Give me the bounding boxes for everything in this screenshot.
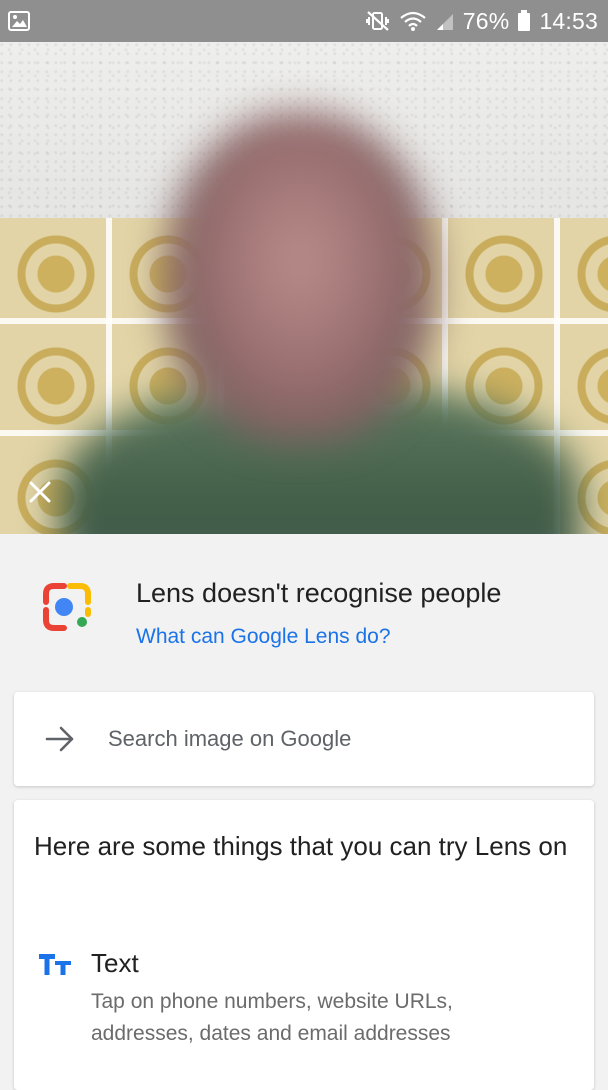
suggestions-heading: Here are some things that you can try Le… (34, 831, 568, 861)
arrow-right-icon (45, 726, 74, 752)
battery-icon (517, 10, 531, 32)
wifi-icon (399, 10, 427, 32)
blurred-person-head (165, 112, 435, 442)
camera-preview[interactable] (0, 42, 608, 534)
clock: 14:53 (539, 7, 598, 34)
suggestion-item-text[interactable]: Text Tap on phone numbers, website URLs,… (14, 938, 594, 1048)
signal-icon (435, 11, 455, 31)
results-sheet: Lens doesn't recognise people What can G… (0, 534, 608, 1090)
suggestion-item-title: Text (91, 948, 139, 978)
search-image-button[interactable]: Search image on Google (14, 692, 594, 786)
lens-title: Lens doesn't recognise people (136, 578, 502, 608)
text-format-icon (39, 954, 71, 975)
gallery-notification-icon (8, 11, 30, 31)
mute-vibrate-icon (365, 10, 391, 32)
status-bar: 76% 14:53 (0, 0, 608, 42)
lens-message: Lens doesn't recognise people What can G… (0, 534, 608, 684)
battery-percent: 76% (462, 7, 510, 34)
suggestion-item-description: Tap on phone numbers, website URLs, addr… (91, 990, 453, 1045)
close-icon (29, 481, 51, 503)
search-image-label: Search image on Google (108, 726, 352, 751)
close-button[interactable] (26, 478, 54, 506)
google-lens-logo-icon (43, 583, 91, 631)
what-can-lens-do-link[interactable]: What can Google Lens do? (136, 625, 391, 649)
suggestions-card: Here are some things that you can try Le… (14, 800, 594, 1090)
